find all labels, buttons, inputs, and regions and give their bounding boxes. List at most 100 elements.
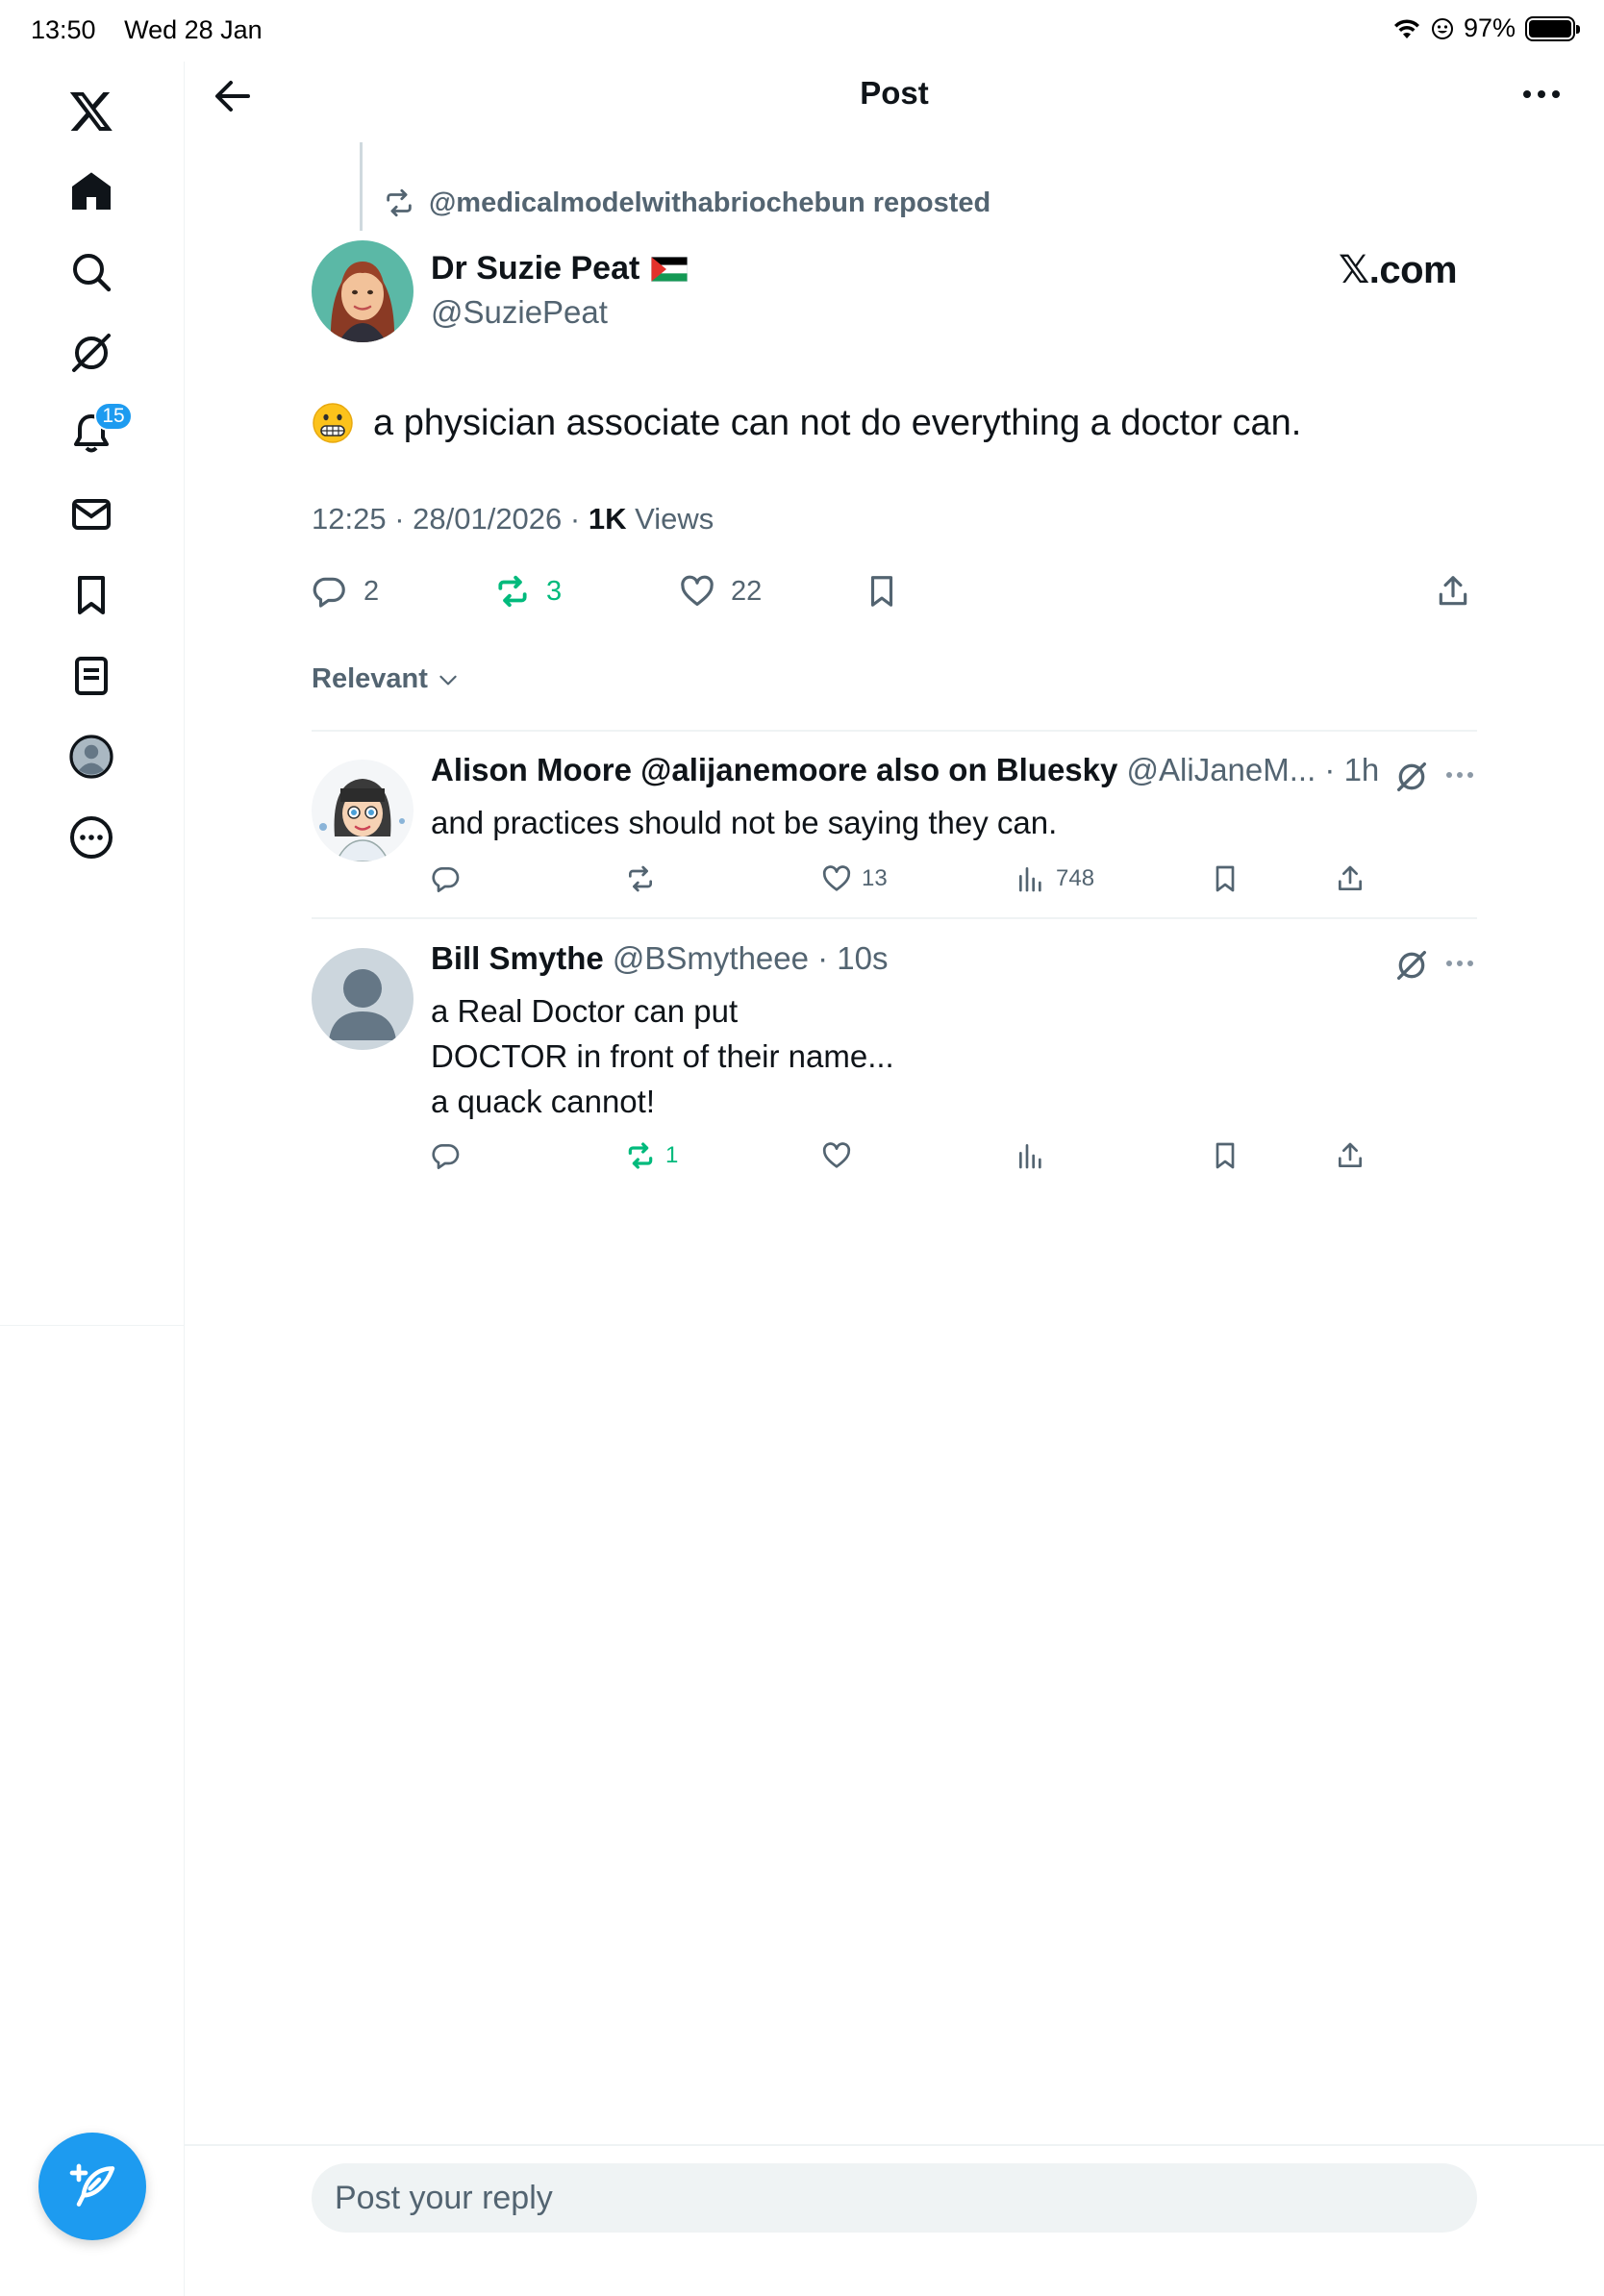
reply-bookmark-button[interactable]	[1210, 863, 1241, 894]
battery-percent: 97%	[1463, 13, 1516, 42]
page-title: Post	[860, 75, 929, 111]
compose-feather-icon	[69, 2163, 115, 2207]
notifications-icon[interactable]: 15	[63, 402, 133, 462]
share-icon	[1439, 576, 1467, 606]
repost-label: @medicalmodelwithabriochebun reposted	[429, 187, 991, 218]
reply-reply-button[interactable]	[431, 863, 462, 894]
reply-header: Bill Smythe @BSmytheee · 10s	[431, 940, 889, 977]
lists-icon[interactable]	[63, 648, 119, 704]
reply-input[interactable]	[312, 2163, 1477, 2233]
status-time: 13:50	[31, 15, 96, 44]
ellipsis-icon	[1523, 90, 1560, 98]
reply-header: Alison Moore @alijanemoore also on Blues…	[431, 752, 1379, 788]
share-icon	[1339, 1142, 1362, 1167]
ellipsis-icon	[1446, 961, 1473, 966]
views-count: 1K	[588, 502, 627, 536]
reply-handle-time: @BSmytheee · 10s	[603, 940, 889, 976]
author-name[interactable]: Dr Suzie Peat	[431, 250, 689, 287]
reply-repost-button[interactable]: 1	[625, 1140, 678, 1171]
sort-label: Relevant	[312, 663, 428, 694]
palestine-flag-icon	[651, 256, 689, 282]
reply-handle-time: @AliJaneM... · 1h	[1117, 752, 1380, 787]
heart-icon	[681, 575, 714, 607]
reply-share-button[interactable]	[1335, 863, 1366, 894]
status-date: Wed 28 Jan	[124, 15, 263, 44]
more-icon[interactable]	[63, 810, 119, 865]
reply-author-name[interactable]: Bill Smythe	[431, 940, 604, 976]
bookmark-button[interactable]	[864, 573, 900, 610]
ellipsis-icon	[1446, 772, 1473, 778]
status-bar: 13:50 Wed 28 Jan 97%	[0, 0, 1604, 62]
profile-icon[interactable]	[63, 729, 119, 785]
reply-text-line: and practices should not be saying they …	[431, 805, 1058, 840]
reply-text: a Real Doctor can put DOCTOR in front of…	[431, 988, 894, 1124]
like-count: 22	[731, 575, 763, 607]
post-text-body: a physician associate can not do everyth…	[373, 402, 1302, 443]
views-label: Views	[626, 502, 714, 536]
author-handle[interactable]: @SuziePeat	[431, 294, 608, 331]
post-actions: 2 3 22	[312, 573, 1475, 615]
analytics-icon	[1019, 1144, 1041, 1169]
reply-text-line: a quack cannot!	[431, 1084, 655, 1119]
repost-count: 3	[546, 575, 563, 607]
search-icon[interactable]	[63, 244, 119, 300]
reply-text-line: DOCTOR in front of their name...	[431, 1038, 894, 1074]
composer-divider	[185, 2144, 1604, 2146]
sort-dropdown[interactable]: Relevant	[312, 663, 461, 695]
source-label[interactable]: 𝕏.com	[1339, 248, 1458, 292]
reply-icon	[313, 577, 345, 608]
reply-repost-count: 1	[665, 1142, 679, 1168]
reply-author-name[interactable]: Alison Moore @alijanemoore also on Blues…	[431, 752, 1117, 787]
reply-button[interactable]: 2	[312, 573, 379, 610]
reply-avatar[interactable]	[312, 760, 414, 861]
repost-icon	[387, 188, 412, 217]
reply-views-button[interactable]: 748	[1015, 863, 1094, 894]
compose-button[interactable]	[38, 2133, 146, 2240]
bookmark-icon	[1216, 865, 1235, 892]
reply-views-button[interactable]	[1015, 1140, 1056, 1171]
messages-icon[interactable]	[63, 487, 119, 542]
home-icon[interactable]	[63, 163, 119, 219]
bookmark-icon	[870, 576, 893, 607]
divider	[312, 917, 1477, 919]
post-meta: 12:25 · 28/01/2026 · 1K Views	[312, 502, 714, 537]
post-timestamp: 12:25 · 28/01/2026 ·	[312, 502, 589, 536]
heart-icon	[822, 865, 851, 891]
reply-like-button[interactable]	[821, 1140, 862, 1171]
reply-repost-button[interactable]	[625, 863, 665, 894]
bookmarks-icon[interactable]	[63, 567, 119, 623]
header-more-button[interactable]	[1517, 77, 1566, 112]
reply-text: and practices should not be saying they …	[431, 800, 1057, 845]
repost-icon	[628, 1142, 653, 1169]
like-button[interactable]: 22	[679, 573, 762, 610]
focus-icon	[1431, 17, 1453, 39]
repost-button[interactable]: 3	[494, 573, 562, 610]
grok-icon[interactable]	[1392, 946, 1431, 985]
reply-like-button[interactable]: 13	[821, 863, 888, 894]
reply-like-count: 13	[862, 865, 888, 891]
grok-icon[interactable]	[1392, 758, 1431, 796]
reply-views-count: 748	[1056, 865, 1095, 891]
reply-reply-button[interactable]	[431, 1140, 462, 1171]
author-avatar[interactable]	[312, 240, 414, 342]
analytics-icon	[1019, 867, 1041, 892]
author-name-text: Dr Suzie Peat	[431, 250, 640, 287]
reply-more-button[interactable]	[1442, 765, 1477, 785]
reply-bookmark-button[interactable]	[1210, 1140, 1241, 1171]
battery-icon	[1525, 15, 1580, 41]
repost-icon	[498, 575, 527, 608]
share-icon	[1339, 865, 1362, 890]
reply-more-button[interactable]	[1442, 954, 1477, 973]
sidebar-nav: 15	[0, 62, 185, 2296]
chevron-down-icon	[439, 675, 457, 685]
notifications-badge: 15	[94, 402, 133, 431]
reply-avatar[interactable]	[312, 948, 414, 1050]
post-text: a physician associate can not do everyth…	[312, 402, 1301, 444]
divider	[312, 730, 1477, 732]
share-button[interactable]	[1435, 573, 1471, 610]
grok-icon[interactable]	[63, 325, 119, 381]
reply-text-line: a Real Doctor can put	[431, 993, 739, 1029]
reply-share-button[interactable]	[1335, 1140, 1366, 1171]
repost-context[interactable]: @medicalmodelwithabriochebun reposted	[383, 187, 990, 219]
reply-icon	[432, 867, 460, 892]
